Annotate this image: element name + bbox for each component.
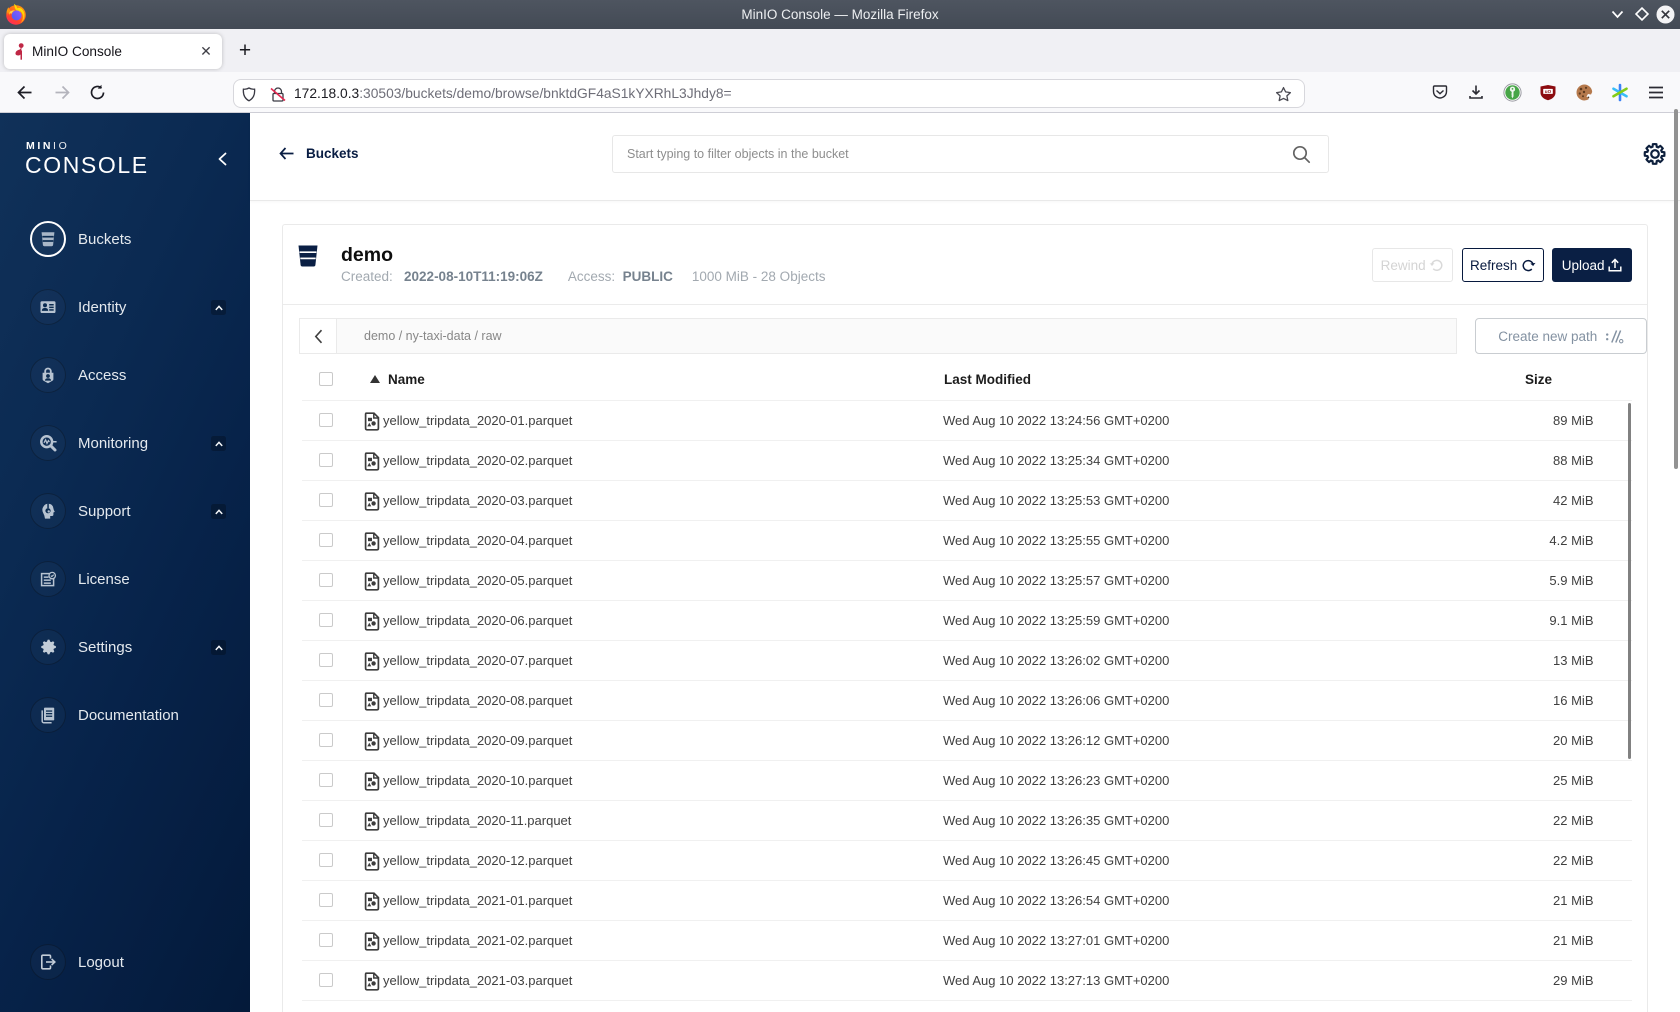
svg-text:uO: uO xyxy=(1545,89,1552,94)
